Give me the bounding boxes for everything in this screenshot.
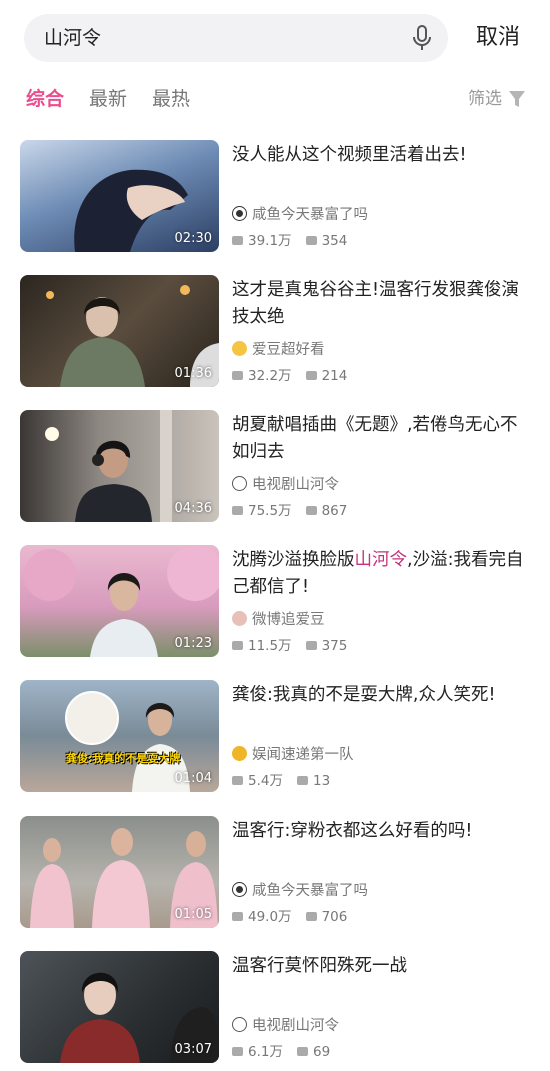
video-author[interactable]: 娱闻速递第一队 (232, 746, 354, 764)
comment-count: 69 (312, 1044, 331, 1060)
search-bar[interactable]: 山河令 (24, 14, 448, 62)
play-count: 39.1万 (248, 233, 292, 249)
video-author[interactable]: 咸鱼今天暴富了吗 (232, 882, 368, 900)
tab-latest[interactable]: 最新 (89, 84, 127, 114)
play-count-icon (232, 371, 243, 380)
video-author[interactable]: 咸鱼今天暴富了吗 (232, 206, 368, 224)
comment-count: 214 (321, 368, 348, 384)
video-title[interactable]: 这才是真鬼谷谷主!温客行发狠龚俊演技太绝 (232, 277, 530, 331)
video-thumbnail[interactable]: 01:23 (20, 545, 219, 657)
comment-count-icon (305, 506, 317, 515)
video-stats: 5.4万 13 (232, 773, 330, 789)
comment-count-icon (305, 371, 317, 380)
video-thumbnail[interactable]: 01:36 (20, 275, 219, 387)
video-duration: 04:36 (174, 501, 212, 516)
microphone-icon[interactable] (410, 24, 434, 52)
video-author[interactable]: 电视剧山河令 (232, 476, 339, 494)
video-item[interactable]: 01:05 温客行:穿粉衣都这么好看的吗! 咸鱼今天暴富了吗 49.0万 706 (20, 816, 530, 928)
comment-count-icon (305, 236, 317, 245)
thumbnail-caption: 龚俊:我真的不是耍大牌 (66, 752, 181, 765)
video-stats: 39.1万 354 (232, 233, 347, 249)
play-count-icon (232, 1047, 243, 1056)
video-duration: 01:04 (174, 771, 212, 786)
author-avatar (232, 746, 247, 761)
comment-count: 13 (312, 773, 331, 789)
tab-comprehensive[interactable]: 综合 (26, 84, 64, 114)
video-duration: 01:36 (174, 366, 212, 381)
play-count-icon (232, 776, 243, 785)
author-avatar (232, 882, 247, 897)
play-count-icon (232, 236, 243, 245)
play-count: 11.5万 (248, 638, 292, 654)
play-count-icon (232, 912, 243, 921)
video-stats: 6.1万 69 (232, 1044, 330, 1060)
video-title[interactable]: 温客行:穿粉衣都这么好看的吗! (232, 818, 530, 845)
filter-button[interactable]: 筛选 (468, 84, 502, 114)
video-title[interactable]: 温客行莫怀阳殊死一战 (232, 953, 530, 980)
video-thumbnail[interactable]: 04:36 (20, 410, 219, 522)
author-avatar (232, 1017, 247, 1032)
comment-count: 867 (321, 503, 348, 519)
video-item[interactable]: 01:23 沈腾沙溢换脸版山河令,沙溢:我看完自己都信了! 微博追爱豆 11.5… (20, 545, 530, 657)
video-duration: 01:23 (174, 636, 212, 651)
comment-count-icon (305, 912, 317, 921)
video-thumbnail[interactable]: 02:30 (20, 140, 219, 252)
video-thumbnail[interactable]: 龚俊:我真的不是耍大牌 01:04 (20, 680, 219, 792)
video-title[interactable]: 胡夏献唱插曲《无题》,若倦鸟无心不如归去 (232, 412, 530, 466)
play-count: 6.1万 (248, 1044, 283, 1060)
video-thumbnail[interactable]: 01:05 (20, 816, 219, 928)
comment-count-icon (296, 776, 308, 785)
search-input[interactable]: 山河令 (44, 14, 101, 62)
video-duration: 01:05 (174, 907, 212, 922)
comment-count-icon (305, 641, 317, 650)
video-author[interactable]: 电视剧山河令 (232, 1017, 339, 1035)
video-stats: 75.5万 867 (232, 503, 347, 519)
comment-count: 375 (321, 638, 348, 654)
video-duration: 03:07 (174, 1042, 212, 1057)
video-duration: 02:30 (174, 231, 212, 246)
author-avatar (232, 341, 247, 356)
play-count: 75.5万 (248, 503, 292, 519)
video-stats: 32.2万 214 (232, 368, 347, 384)
video-item[interactable]: 01:36 这才是真鬼谷谷主!温客行发狠龚俊演技太绝 爱豆超好看 32.2万 21… (20, 275, 530, 387)
comment-count: 354 (321, 233, 348, 249)
author-avatar (232, 206, 247, 221)
tab-hottest[interactable]: 最热 (152, 84, 190, 114)
cancel-button[interactable]: 取消 (476, 14, 520, 62)
video-item[interactable]: 04:36 胡夏献唱插曲《无题》,若倦鸟无心不如归去 电视剧山河令 75.5万 8… (20, 410, 530, 522)
video-thumbnail[interactable]: 03:07 (20, 951, 219, 1063)
play-count-icon (232, 641, 243, 650)
video-item[interactable]: 02:30 没人能从这个视频里活着出去! 咸鱼今天暴富了吗 39.1万 354 (20, 140, 530, 252)
video-author[interactable]: 微博追爱豆 (232, 611, 325, 629)
video-stats: 11.5万 375 (232, 638, 347, 654)
video-author[interactable]: 爱豆超好看 (232, 341, 325, 359)
author-avatar (232, 476, 247, 491)
play-count: 5.4万 (248, 773, 283, 789)
comment-count-icon (296, 1047, 308, 1056)
filter-funnel-icon[interactable] (509, 90, 525, 108)
video-item[interactable]: 03:07 温客行莫怀阳殊死一战 电视剧山河令 6.1万 69 (20, 951, 530, 1063)
video-item[interactable]: 龚俊:我真的不是耍大牌 01:04 龚俊:我真的不是耍大牌,众人笑死! 娱闻速递… (20, 680, 530, 792)
search-highlight: 山河令 (354, 550, 408, 570)
play-count-icon (232, 506, 243, 515)
play-count: 32.2万 (248, 368, 292, 384)
author-avatar (232, 611, 247, 626)
video-title[interactable]: 没人能从这个视频里活着出去! (232, 142, 530, 169)
video-title[interactable]: 沈腾沙溢换脸版山河令,沙溢:我看完自己都信了! (232, 547, 530, 601)
comment-count: 706 (321, 909, 348, 925)
video-stats: 49.0万 706 (232, 909, 347, 925)
video-title[interactable]: 龚俊:我真的不是耍大牌,众人笑死! (232, 682, 530, 709)
play-count: 49.0万 (248, 909, 292, 925)
